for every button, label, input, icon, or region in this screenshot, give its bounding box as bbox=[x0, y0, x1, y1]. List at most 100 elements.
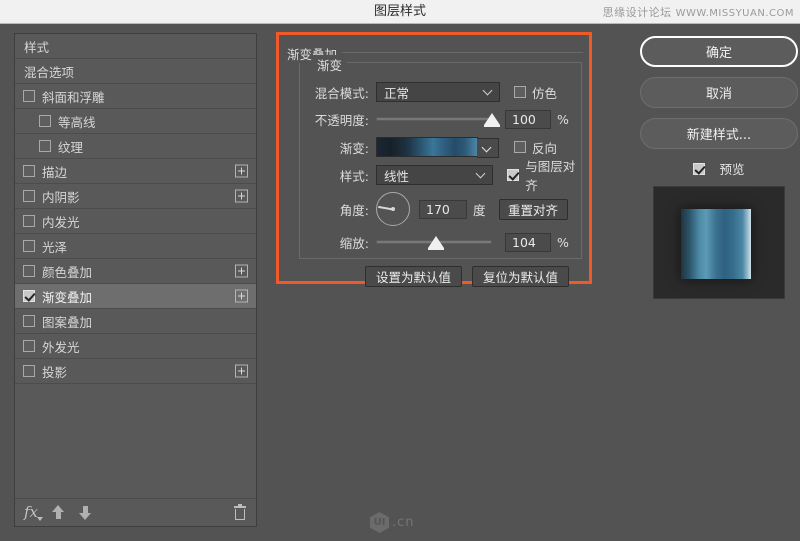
gradient-preset-dropdown[interactable] bbox=[477, 138, 499, 158]
dither-checkbox-row[interactable]: 仿色 bbox=[514, 83, 557, 102]
gradient-overlay-panel: 渐变叠加 渐变 混合模式: 正常 仿色 不透明 bbox=[276, 32, 592, 284]
angle-label: 角度: bbox=[300, 200, 376, 219]
sidebar-footer: fx bbox=[15, 498, 256, 526]
sidebar-item-3[interactable]: 等高线 bbox=[15, 109, 256, 134]
sidebar-item-checkbox-9[interactable] bbox=[23, 265, 35, 277]
scale-label: 缩放: bbox=[300, 233, 376, 252]
opacity-label: 不透明度: bbox=[300, 110, 376, 129]
angle-dial[interactable] bbox=[376, 192, 410, 226]
scale-slider-thumb[interactable] bbox=[428, 236, 444, 248]
sidebar-item-checkbox-5[interactable] bbox=[23, 165, 35, 177]
sidebar-item-11[interactable]: 图案叠加 bbox=[15, 309, 256, 334]
opacity-slider-thumb[interactable] bbox=[484, 113, 500, 125]
sidebar-item-12[interactable]: 外发光 bbox=[15, 334, 256, 359]
gradient-label: 渐变: bbox=[300, 138, 376, 157]
sidebar-item-checkbox-6[interactable] bbox=[23, 190, 35, 202]
preview-checkbox[interactable] bbox=[693, 163, 705, 175]
gradient-style-select[interactable]: 线性 bbox=[376, 165, 493, 185]
styles-list: 样式混合选项斜面和浮雕等高线纹理描边内阴影内发光光泽颜色叠加渐变叠加图案叠加外发… bbox=[15, 34, 256, 498]
sidebar-item-label: 混合选项 bbox=[24, 62, 74, 81]
site-watermark: 思缘设计论坛WWW.MISSYUAN.COM bbox=[603, 4, 794, 20]
opacity-slider[interactable] bbox=[376, 110, 492, 128]
scale-value: 104 bbox=[512, 235, 536, 250]
sidebar-item-8[interactable]: 光泽 bbox=[15, 234, 256, 259]
sidebar-item-label: 投影 bbox=[42, 362, 67, 381]
angle-value: 170 bbox=[426, 202, 450, 217]
sidebar-item-checkbox-12[interactable] bbox=[23, 340, 35, 352]
sidebar-item-0[interactable]: 样式 bbox=[15, 34, 256, 59]
angle-dial-hub bbox=[391, 207, 395, 211]
title-bar: 图层样式 思缘设计论坛WWW.MISSYUAN.COM bbox=[0, 0, 800, 24]
opacity-unit: % bbox=[557, 112, 569, 127]
sidebar-item-label: 等高线 bbox=[58, 112, 96, 131]
chevron-down-icon bbox=[483, 144, 491, 152]
sidebar-item-checkbox-10[interactable] bbox=[23, 290, 35, 302]
sidebar-item-label: 内阴影 bbox=[42, 187, 80, 206]
move-up-icon[interactable] bbox=[52, 505, 65, 520]
align-layer-checkbox-row[interactable]: 与图层对齐 bbox=[507, 156, 583, 194]
reverse-checkbox-row[interactable]: 反向 bbox=[514, 138, 557, 157]
watermark-url: WWW.MISSYUAN.COM bbox=[676, 8, 794, 19]
sidebar-item-checkbox-13[interactable] bbox=[23, 365, 35, 377]
preview-gradient-sample bbox=[681, 209, 751, 279]
default-buttons: 设置为默认值 复位为默认值 bbox=[365, 266, 569, 287]
bottom-watermark-text: .cn bbox=[392, 515, 415, 530]
opacity-value: 100 bbox=[512, 112, 536, 127]
group-title: 渐变 bbox=[312, 55, 347, 74]
sidebar-item-4[interactable]: 纹理 bbox=[15, 134, 256, 159]
add-effect-icon-13[interactable] bbox=[235, 365, 248, 378]
scale-row: 缩放: 104 % bbox=[300, 231, 583, 253]
gradient-fieldset: 渐变 混合模式: 正常 仿色 不透明度: bbox=[299, 62, 582, 259]
fx-icon[interactable]: fx bbox=[24, 505, 38, 520]
sidebar-item-checkbox-3[interactable] bbox=[39, 115, 51, 127]
sidebar-item-checkbox-2[interactable] bbox=[23, 90, 35, 102]
preview-label: 预览 bbox=[719, 159, 744, 178]
style-label: 样式: bbox=[300, 166, 376, 185]
reset-align-button[interactable]: 重置对齐 bbox=[499, 199, 568, 220]
sidebar-item-13[interactable]: 投影 bbox=[15, 359, 256, 384]
move-down-icon[interactable] bbox=[79, 505, 92, 520]
sidebar-item-checkbox-8[interactable] bbox=[23, 240, 35, 252]
set-default-button[interactable]: 设置为默认值 bbox=[365, 266, 462, 287]
sidebar-item-checkbox-11[interactable] bbox=[23, 315, 35, 327]
sidebar-item-2[interactable]: 斜面和浮雕 bbox=[15, 84, 256, 109]
sidebar-item-5[interactable]: 描边 bbox=[15, 159, 256, 184]
bottom-watermark: UI .cn bbox=[370, 512, 415, 533]
angle-input[interactable]: 170 bbox=[419, 200, 467, 219]
blend-mode-value: 正常 bbox=[384, 83, 409, 102]
sidebar-item-label: 外发光 bbox=[42, 337, 80, 356]
cancel-button[interactable]: 取消 bbox=[640, 77, 798, 108]
sidebar-item-6[interactable]: 内阴影 bbox=[15, 184, 256, 209]
ok-button[interactable]: 确定 bbox=[640, 36, 798, 67]
angle-unit: 度 bbox=[473, 200, 486, 219]
sidebar-item-9[interactable]: 颜色叠加 bbox=[15, 259, 256, 284]
blend-mode-select[interactable]: 正常 bbox=[376, 82, 500, 102]
add-effect-icon-5[interactable] bbox=[235, 165, 248, 178]
scale-slider[interactable] bbox=[376, 233, 492, 251]
new-style-button[interactable]: 新建样式... bbox=[640, 118, 798, 149]
sidebar-item-7[interactable]: 内发光 bbox=[15, 209, 256, 234]
gradient-swatch[interactable] bbox=[376, 137, 478, 157]
align-layer-checkbox[interactable] bbox=[507, 169, 519, 181]
style-row: 样式: 线性 与图层对齐 bbox=[300, 164, 583, 186]
add-effect-icon-9[interactable] bbox=[235, 265, 248, 278]
scale-input[interactable]: 104 bbox=[505, 233, 551, 252]
opacity-input[interactable]: 100 bbox=[505, 110, 551, 129]
chevron-down-icon bbox=[484, 87, 492, 95]
preview-checkbox-row[interactable]: 预览 bbox=[640, 159, 798, 178]
dither-label: 仿色 bbox=[532, 83, 557, 102]
sidebar-item-checkbox-7[interactable] bbox=[23, 215, 35, 227]
sidebar-item-1[interactable]: 混合选项 bbox=[15, 59, 256, 84]
add-effect-icon-10[interactable] bbox=[235, 290, 248, 303]
reverse-checkbox[interactable] bbox=[514, 141, 526, 153]
trash-icon[interactable] bbox=[234, 506, 246, 520]
opacity-slider-track bbox=[376, 117, 492, 121]
reset-default-button[interactable]: 复位为默认值 bbox=[472, 266, 569, 287]
gradient-overlay-group: 渐变叠加 渐变 混合模式: 正常 仿色 不透明 bbox=[287, 44, 583, 278]
sidebar-item-checkbox-4[interactable] bbox=[39, 140, 51, 152]
blend-mode-row: 混合模式: 正常 仿色 bbox=[300, 81, 583, 103]
sidebar-item-10[interactable]: 渐变叠加 bbox=[15, 284, 256, 309]
opacity-row: 不透明度: 100 % bbox=[300, 108, 583, 130]
add-effect-icon-6[interactable] bbox=[235, 190, 248, 203]
dither-checkbox[interactable] bbox=[514, 86, 526, 98]
